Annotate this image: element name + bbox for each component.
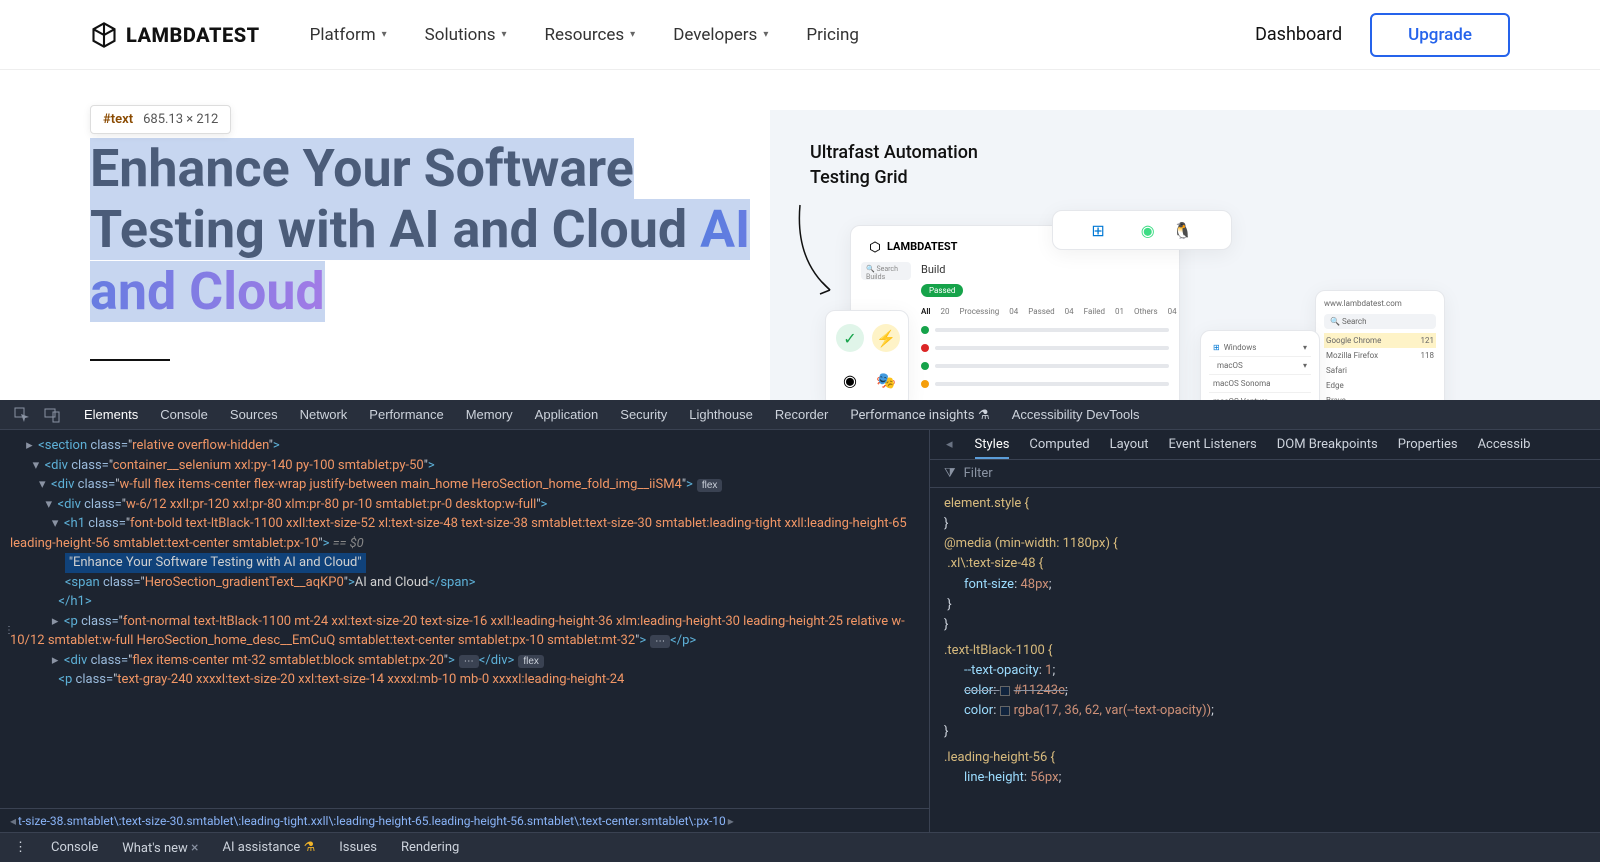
main-nav: Platform▾ Solutions▾ Resources▾ Develope…: [310, 25, 859, 45]
close-icon[interactable]: ×: [191, 840, 198, 856]
nav-pricing[interactable]: Pricing: [806, 25, 859, 45]
chevron-down-icon: ▾: [630, 29, 635, 40]
tab-accessibility[interactable]: Accessibility DevTools: [1012, 407, 1140, 423]
devtools-drawer: ⋮ Console What's new × AI assistance ⚗ I…: [0, 832, 1600, 862]
mock-status-pill: Passed: [921, 284, 963, 297]
mock-test-row: [921, 326, 1169, 334]
hero-title: Enhance Your Software Testing with AI an…: [90, 110, 770, 294]
mock-test-row: [921, 362, 1169, 370]
styles-filter[interactable]: ⧩ Filter: [930, 460, 1600, 488]
mock-browser-list: www.lambdatest.com 🔍 Search Google Chrom…: [1315, 290, 1445, 400]
selenium-icon: ✓: [836, 324, 864, 352]
chevron-down-icon: ▾: [382, 29, 387, 40]
tooltip-selector: #text: [103, 112, 133, 127]
styles-tabs: ◂ Styles Computed Layout Event Listeners…: [930, 430, 1600, 460]
upgrade-button[interactable]: Upgrade: [1370, 13, 1510, 57]
tooltip-dimensions: 685.13 × 212: [143, 112, 218, 127]
bolt-icon: ⚡: [872, 324, 900, 352]
filter-icon: ⧩: [944, 466, 956, 481]
nav-resources[interactable]: Resources▾: [545, 25, 636, 45]
tab-console[interactable]: Console: [160, 407, 208, 423]
tab-elements[interactable]: Elements: [84, 407, 138, 423]
windows-icon: ⊞: [1091, 221, 1104, 240]
flask-icon: ⚗: [304, 840, 316, 855]
mock-sidebar-search: 🔍 Search Builds: [861, 262, 911, 280]
mock-tabs: All20 Processing04 Passed04 Failed01 Oth…: [921, 307, 1169, 316]
styles-tab-styles[interactable]: Styles: [975, 437, 1010, 459]
android-icon: ◉: [1141, 221, 1155, 240]
styles-tab-layout[interactable]: Layout: [1110, 437, 1149, 452]
mock-browser-search: 🔍 Search: [1324, 314, 1436, 329]
elements-panel[interactable]: ⋮⋮ ▸<section class="relative overflow-hi…: [0, 430, 930, 832]
drawer-menu-icon[interactable]: ⋮: [14, 840, 27, 855]
mock-test-row: [921, 380, 1169, 388]
mock-test-row: [921, 344, 1169, 352]
linux-icon: 🐧: [1173, 221, 1193, 240]
hero-left: #text 685.13 × 212 Enhance Your Software…: [90, 110, 770, 400]
tab-perf-insights[interactable]: Performance insights ⚗: [850, 407, 989, 423]
windows-icon: ⊞: [1213, 343, 1220, 352]
styles-tab-listeners[interactable]: Event Listeners: [1169, 437, 1257, 452]
drawer-tab-rendering[interactable]: Rendering: [401, 840, 459, 855]
nav-platform[interactable]: Platform▾: [310, 25, 387, 45]
tab-performance[interactable]: Performance: [369, 407, 443, 423]
dashboard-link[interactable]: Dashboard: [1255, 24, 1342, 45]
inspect-tooltip: #text 685.13 × 212: [90, 105, 231, 134]
tab-memory[interactable]: Memory: [466, 407, 513, 423]
site-header: LAMBDATEST Platform▾ Solutions▾ Resource…: [0, 0, 1600, 70]
inspect-icon[interactable]: [14, 407, 30, 423]
arrow-icon: [790, 200, 850, 300]
styles-tab-properties[interactable]: Properties: [1398, 437, 1458, 452]
nav-developers[interactable]: Developers▾: [673, 25, 768, 45]
tab-security[interactable]: Security: [620, 407, 667, 423]
hero-section: #text 685.13 × 212 Enhance Your Software…: [0, 70, 1600, 400]
mock-platform-icons: ⊞ ◉ 🐧: [1052, 210, 1232, 250]
device-icon[interactable]: [44, 407, 60, 423]
mock-os-list: ⊞ Windows ▾ macOS ▾ macOS Sonoma macOS V…: [1200, 330, 1320, 400]
chevron-left-icon[interactable]: ◂: [946, 437, 953, 452]
styles-panel: ◂ Styles Computed Layout Event Listeners…: [930, 430, 1600, 832]
hero-title-main: Enhance Your Software Testing with AI an…: [90, 138, 700, 260]
chevron-down-icon: ▾: [763, 29, 768, 40]
drawer-tab-whatsnew[interactable]: What's new ×: [122, 840, 198, 856]
mask-icon: 🎭: [872, 366, 900, 394]
devtools-panel: Elements Console Sources Network Perform…: [0, 400, 1600, 862]
hero-right-title: Ultrafast Automation Testing Grid: [810, 140, 1600, 190]
dom-tree[interactable]: ▸<section class="relative overflow-hidde…: [0, 430, 929, 808]
css-rules[interactable]: element.style { } @media (min-width: 118…: [930, 488, 1600, 832]
tab-recorder[interactable]: Recorder: [775, 407, 828, 423]
drawer-tab-console[interactable]: Console: [51, 840, 98, 855]
logo-icon: [90, 21, 118, 49]
tab-network[interactable]: Network: [300, 407, 348, 423]
styles-tab-breakpoints[interactable]: DOM Breakpoints: [1277, 437, 1378, 452]
selected-dom-node[interactable]: "Enhance Your Software Testing with AI a…: [65, 553, 366, 573]
mock-build-label: Build: [921, 263, 1169, 276]
devtools-tabs: Elements Console Sources Network Perform…: [74, 407, 1140, 423]
logo-text: LAMBDATEST: [126, 23, 260, 47]
styles-tab-accessibility[interactable]: Accessib: [1478, 437, 1531, 452]
logo[interactable]: LAMBDATEST: [90, 21, 260, 49]
mock-url: www.lambdatest.com: [1324, 299, 1436, 308]
tab-lighthouse[interactable]: Lighthouse: [689, 407, 753, 423]
tab-sources[interactable]: Sources: [230, 407, 278, 423]
devtools-toolbar: Elements Console Sources Network Perform…: [0, 400, 1600, 430]
chevron-down-icon: ▾: [502, 29, 507, 40]
drawer-tab-issues[interactable]: Issues: [339, 840, 377, 855]
hero-underline: [90, 359, 170, 361]
styles-tab-computed[interactable]: Computed: [1029, 437, 1089, 452]
drawer-tab-ai[interactable]: AI assistance ⚗: [223, 840, 316, 855]
tab-application[interactable]: Application: [535, 407, 599, 423]
mock-tool-icons: ✓ ⚡ ◉ 🎭: [825, 310, 909, 400]
nav-solutions[interactable]: Solutions▾: [425, 25, 507, 45]
hero-right: Ultrafast Automation Testing Grid ⊞ ◉ 🐧 …: [770, 110, 1600, 400]
side-handle[interactable]: ⋮⋮: [0, 610, 8, 650]
dom-breadcrumb[interactable]: ◂t-size-38.smtablet\:text-size-30.smtabl…: [0, 808, 929, 832]
flask-icon: ⚗: [978, 408, 990, 423]
circles-icon: ◉: [836, 366, 864, 394]
